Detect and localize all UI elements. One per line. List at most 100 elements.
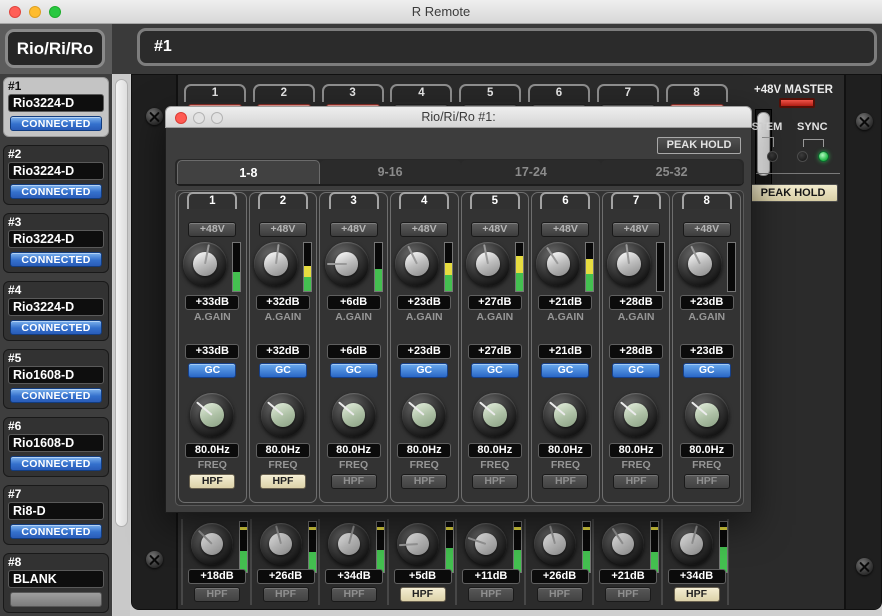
- phantom-48v-button[interactable]: +48V: [683, 222, 731, 237]
- device-list-item[interactable]: #5 Rio1608-D CONNECTED: [3, 349, 109, 409]
- analog-gain-knob[interactable]: [465, 523, 507, 565]
- hpf-freq-knob[interactable]: [473, 393, 517, 437]
- channel-number: 4: [399, 192, 449, 209]
- phantom-48v-button[interactable]: +48V: [259, 222, 307, 237]
- analog-gain-knob[interactable]: [395, 242, 439, 286]
- analog-gain-knob[interactable]: [671, 523, 713, 565]
- hpf-freq-knob[interactable]: [614, 393, 658, 437]
- hpf-freq-knob[interactable]: [261, 393, 305, 437]
- hpf-freq-label: FREQ: [621, 459, 650, 471]
- device-list-item[interactable]: #7 Ri8-D CONNECTED: [3, 485, 109, 545]
- analog-gain-knob[interactable]: [536, 242, 580, 286]
- channel-strip: 4 +48V +23dB: [390, 192, 459, 503]
- analog-gain-knob[interactable]: [602, 523, 644, 565]
- level-meter: [232, 242, 241, 292]
- device-list-item[interactable]: #8 BLANK: [3, 553, 109, 613]
- device-list-item[interactable]: #6 Rio1608-D CONNECTED: [3, 417, 109, 477]
- hpf-freq-knob[interactable]: [543, 393, 587, 437]
- hpf-freq-label: FREQ: [692, 459, 721, 471]
- phantom-48v-button[interactable]: +48V: [612, 222, 660, 237]
- analog-gain-knob[interactable]: [328, 523, 370, 565]
- device-model: Rio3224-D: [8, 162, 104, 180]
- phantom-48v-button[interactable]: +48V: [541, 222, 589, 237]
- hpf-button[interactable]: HPF: [472, 474, 518, 489]
- device-id: #6: [8, 420, 104, 433]
- hpf-button[interactable]: HPF: [400, 587, 446, 602]
- hpf-freq-knob[interactable]: [685, 393, 729, 437]
- gain-compensation-button[interactable]: GC: [612, 363, 660, 378]
- hpf-button[interactable]: HPF: [542, 474, 588, 489]
- gain-compensation-button[interactable]: GC: [330, 363, 378, 378]
- channel-bank-tab[interactable]: 9-16: [320, 160, 461, 184]
- analog-gain-knob[interactable]: [397, 523, 439, 565]
- hpf-button[interactable]: HPF: [468, 587, 514, 602]
- hpf-button[interactable]: HPF: [537, 587, 583, 602]
- hpf-freq-value: 80.0Hz: [397, 443, 451, 458]
- phantom-48v-button[interactable]: +48V: [188, 222, 236, 237]
- analog-gain-knob[interactable]: [534, 523, 576, 565]
- hpf-freq-value: 80.0Hz: [256, 443, 310, 458]
- device-list-item[interactable]: #2 Rio3224-D CONNECTED: [3, 145, 109, 205]
- gain-compensation-button[interactable]: GC: [471, 363, 519, 378]
- phantom-48v-button[interactable]: +48V: [400, 222, 448, 237]
- device-list-item[interactable]: #3 Rio3224-D CONNECTED: [3, 213, 109, 273]
- sidebar-scrollbar-thumb[interactable]: [115, 79, 128, 527]
- dialog-titlebar[interactable]: Rio/Ri/Ro #1:: [165, 106, 752, 128]
- device-type-button[interactable]: Rio/Ri/Ro: [5, 29, 105, 68]
- analog-gain-value: +32dB: [256, 295, 310, 310]
- device-list-item[interactable]: #4 Rio3224-D CONNECTED: [3, 281, 109, 341]
- rack-peak-hold-button[interactable]: PEAK HOLD: [748, 184, 838, 202]
- rack-bottom-channels: +18dB HPF +26dB HPF: [181, 519, 729, 605]
- analog-gain-knob[interactable]: [260, 523, 302, 565]
- hpf-button[interactable]: HPF: [684, 474, 730, 489]
- device-list-item[interactable]: #1 Rio3224-D CONNECTED: [3, 77, 109, 137]
- analog-gain-knob[interactable]: [183, 242, 227, 286]
- analog-gain-knob[interactable]: [607, 242, 651, 286]
- device-id: #5: [8, 352, 104, 365]
- analog-gain-knob[interactable]: [466, 242, 510, 286]
- analog-gain-knob[interactable]: [678, 242, 722, 286]
- hpf-button[interactable]: HPF: [401, 474, 447, 489]
- phantom-48v-button[interactable]: +48V: [471, 222, 519, 237]
- gain-compensation-button[interactable]: GC: [683, 363, 731, 378]
- rack-channel-tab: 1: [184, 84, 246, 102]
- hpf-freq-label: FREQ: [551, 459, 580, 471]
- hpf-button[interactable]: HPF: [263, 587, 309, 602]
- phantom-master-indicator[interactable]: [779, 98, 815, 108]
- gain-compensation-button[interactable]: GC: [188, 363, 236, 378]
- sidebar-scrollbar[interactable]: [113, 74, 130, 616]
- analog-gain-knob[interactable]: [254, 242, 298, 286]
- gain-compensation-button[interactable]: GC: [259, 363, 307, 378]
- dialog-peak-hold-button[interactable]: PEAK HOLD: [657, 137, 741, 154]
- rack-bottom-channel: +26dB HPF: [524, 519, 593, 605]
- hpf-freq-knob[interactable]: [332, 393, 376, 437]
- channel-bank-tab[interactable]: 25-32: [601, 160, 742, 184]
- hpf-button[interactable]: HPF: [613, 474, 659, 489]
- analog-gain-knob[interactable]: [325, 242, 369, 286]
- channel-bank-tab[interactable]: 1-8: [177, 160, 320, 184]
- channel-number: 7: [611, 192, 661, 209]
- hpf-button[interactable]: HPF: [260, 474, 306, 489]
- hpf-freq-knob[interactable]: [190, 393, 234, 437]
- gain-compensation-button[interactable]: GC: [400, 363, 448, 378]
- device-id: #3: [8, 216, 104, 229]
- rack-channel-tab: 6: [528, 84, 590, 102]
- gc-gain-value: +28dB: [609, 344, 663, 359]
- hpf-button[interactable]: HPF: [194, 587, 240, 602]
- hpf-button[interactable]: HPF: [331, 474, 377, 489]
- channel-number: 3: [329, 192, 379, 209]
- gain-value: +26dB: [257, 569, 315, 584]
- gc-gain-value: +21dB: [538, 344, 592, 359]
- analog-gain-label: A.GAIN: [335, 311, 372, 323]
- phantom-48v-button[interactable]: +48V: [330, 222, 378, 237]
- analog-gain-knob[interactable]: [191, 523, 233, 565]
- hpf-button[interactable]: HPF: [331, 587, 377, 602]
- gain-compensation-button[interactable]: GC: [541, 363, 589, 378]
- channel-bank-tab[interactable]: 17-24: [461, 160, 602, 184]
- hpf-freq-knob[interactable]: [402, 393, 446, 437]
- hpf-button[interactable]: HPF: [674, 587, 720, 602]
- hpf-button[interactable]: HPF: [189, 474, 235, 489]
- app-title: R Remote: [0, 4, 882, 19]
- hpf-button[interactable]: HPF: [605, 587, 651, 602]
- rack-bottom-channel: +34dB HPF: [661, 519, 730, 605]
